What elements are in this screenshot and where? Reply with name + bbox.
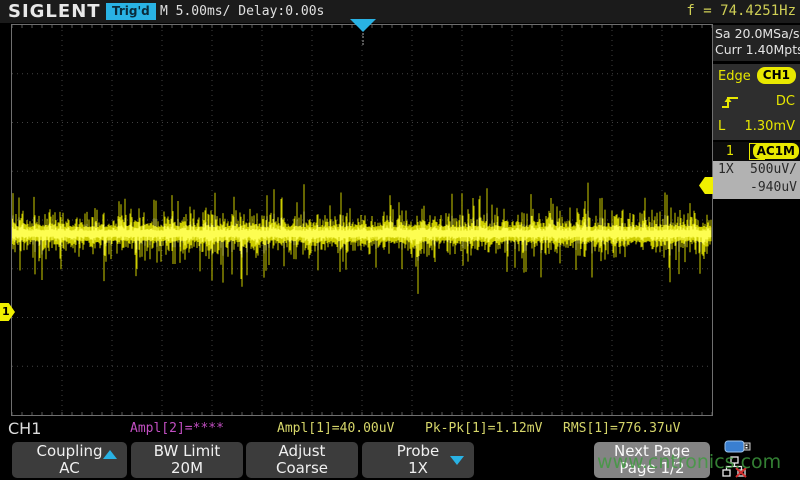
trigger-coupling: DC — [776, 89, 795, 114]
channel1-number: 1 — [713, 142, 747, 161]
acquisition-panel: Sa 20.0MSa/s Curr 1.40Mpts — [713, 25, 800, 61]
trigger-level-value: 1.30mV — [744, 114, 795, 139]
waveform-display[interactable] — [12, 25, 712, 415]
trigger-level-row: L 1.30mV — [713, 114, 800, 139]
usb-icon — [724, 439, 752, 454]
softkey-next-page-value: Page 1/2 — [594, 460, 710, 476]
top-status-bar: SIGLENT Trig'd M 5.00ms/ Delay:0.00s f =… — [0, 0, 800, 23]
brand-logo: SIGLENT — [8, 1, 101, 22]
sidebar: Sa 20.0MSa/s Curr 1.40Mpts Edge CH1 DC L… — [713, 25, 800, 415]
chevron-up-icon — [103, 450, 117, 459]
softkey-next-page-label: Next Page — [594, 443, 710, 460]
softkey-probe[interactable]: Probe 1X — [362, 442, 474, 478]
trigger-panel[interactable]: Edge CH1 DC L 1.30mV — [713, 64, 800, 140]
lan-icon — [722, 456, 748, 478]
softkey-adjust-value: Coarse — [246, 460, 358, 476]
noise-waveform-chart — [12, 25, 712, 415]
oscilloscope-screen: SIGLENT Trig'd M 5.00ms/ Delay:0.00s f =… — [0, 0, 800, 480]
rising-edge-icon — [718, 93, 742, 111]
trigger-source-badge: CH1 — [757, 67, 796, 84]
trigger-status-badge: Trig'd — [106, 3, 156, 20]
softkey-adjust-label: Adjust — [246, 443, 358, 460]
measurement-pkpk1: Pk-Pk[1]=1.12mV — [425, 421, 542, 436]
sample-rate: Sa 20.0MSa/s — [713, 25, 800, 41]
channel1-header-row: 1 B AC1M — [713, 142, 800, 161]
measurement-rms1: RMS[1]=776.37uV — [563, 421, 680, 436]
channel1-info-panel[interactable]: 1 B AC1M 1X 500uV/ -940uV — [713, 142, 800, 199]
frequency-counter: f = 74.4251Hz — [686, 3, 796, 19]
trigger-slope-row: DC — [713, 89, 800, 114]
trigger-level-label: L — [718, 119, 725, 134]
channel1-scale-block: 1X 500uV/ -940uV — [713, 161, 800, 199]
channel1-volts-per-div: 500uV/ — [750, 162, 797, 177]
measurement-ampl2: Ampl[2]=**** — [130, 421, 224, 436]
memory-depth: Curr 1.40Mpts — [713, 41, 800, 57]
softkey-bw-limit[interactable]: BW Limit 20M — [131, 442, 243, 478]
trigger-type-row: Edge CH1 — [713, 64, 800, 89]
timebase-readout[interactable]: M 5.00ms/ Delay:0.00s — [160, 4, 324, 19]
softkey-coupling[interactable]: Coupling AC — [12, 442, 127, 478]
trigger-type-label: Edge — [718, 69, 751, 84]
softkey-bw-limit-value: 20M — [131, 460, 243, 476]
chevron-down-icon — [450, 456, 464, 465]
menu-channel-title: CH1 — [8, 418, 41, 439]
measurement-ampl1: Ampl[1]=40.00uV — [277, 421, 394, 436]
softkey-next-page[interactable]: Next Page Page 1/2 — [594, 442, 710, 478]
measurement-bar: CH1 Ampl[2]=**** Ampl[1]=40.00uV Pk-Pk[1… — [0, 418, 800, 439]
softkey-coupling-value: AC — [12, 460, 127, 476]
channel1-offset: -940uV — [750, 180, 797, 195]
channel1-coupling-badge: AC1M — [753, 143, 799, 159]
trigger-position-marker-icon[interactable] — [350, 19, 376, 32]
trigger-position-dots — [362, 33, 364, 45]
softkey-menu: Coupling AC BW Limit 20M Adjust Coarse P… — [0, 440, 800, 480]
softkey-bw-limit-label: BW Limit — [131, 443, 243, 460]
softkey-adjust[interactable]: Adjust Coarse — [246, 442, 358, 478]
channel1-probe: 1X — [718, 162, 734, 177]
